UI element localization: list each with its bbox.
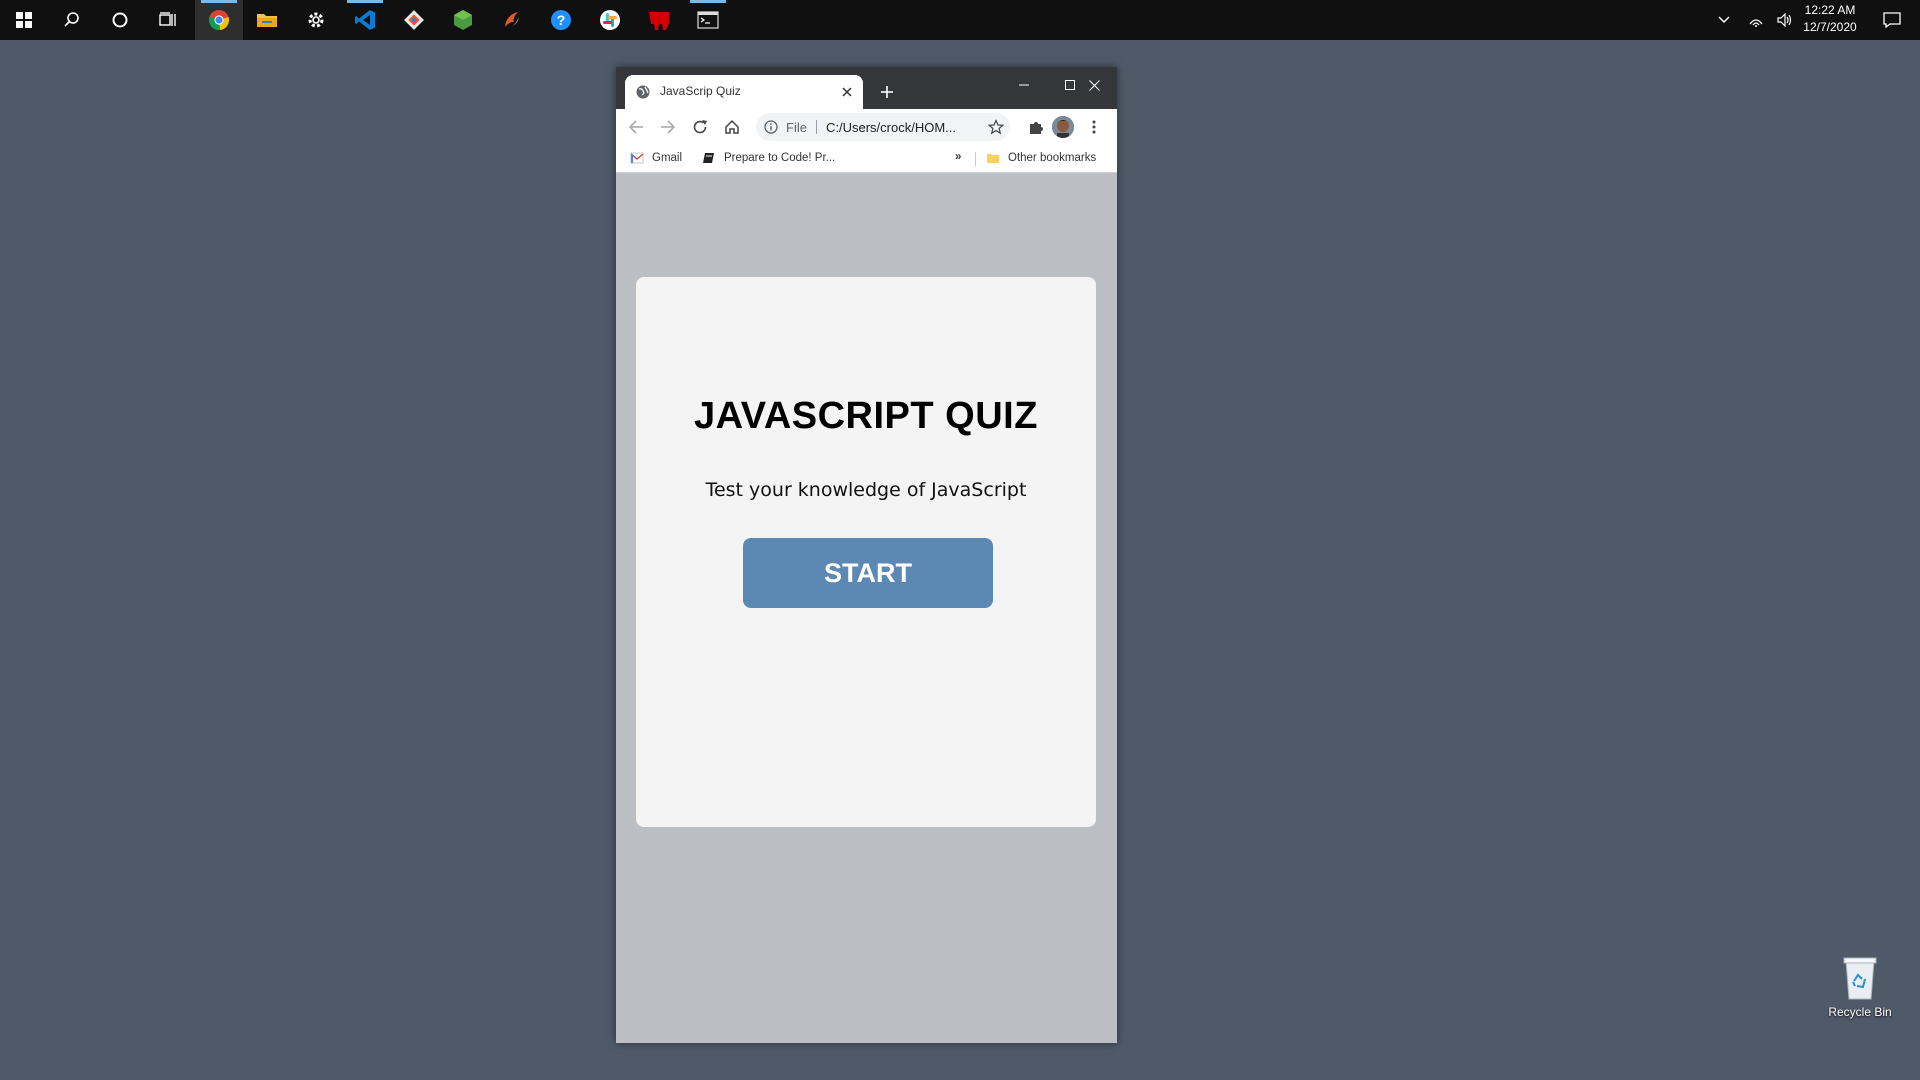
help-icon: ? [551, 10, 571, 30]
volume-icon [1777, 13, 1792, 27]
chrome-icon [208, 10, 229, 31]
bookmark-star-icon[interactable] [988, 119, 1004, 135]
other-bookmarks-folder[interactable]: Other bookmarks [986, 151, 1096, 165]
quiz-card: JAVASCRIPT QUIZ Test your knowledge of J… [636, 277, 1096, 827]
minimize-button[interactable] [1001, 71, 1047, 99]
tray-volume[interactable] [1772, 0, 1800, 40]
home-button[interactable] [720, 115, 744, 139]
clock-time: 12:22 AM [1804, 3, 1856, 17]
taskbar: ? 12:22 AM 12/7/2020 [0, 0, 1920, 40]
terminal-icon [697, 11, 719, 29]
start-button[interactable]: START [743, 538, 993, 608]
start-button[interactable] [0, 0, 48, 40]
app-icon-red [649, 12, 669, 30]
taskbar-settings[interactable] [292, 0, 340, 40]
tab-close-button[interactable] [839, 84, 855, 100]
tab-javascript-quiz[interactable]: JavaScrip Quiz [625, 75, 863, 109]
arrow-left-icon [628, 120, 643, 134]
chevron-up-icon [1718, 16, 1730, 24]
taskbar-file-explorer[interactable] [243, 0, 291, 40]
close-icon [1088, 79, 1100, 91]
taskbar-app-orange[interactable] [488, 0, 536, 40]
plus-icon [881, 86, 893, 98]
bookmarks-separator [975, 152, 976, 166]
recycle-bin-desktop-icon[interactable]: Recycle Bin [1820, 955, 1900, 1025]
page-title: JAVASCRIPT QUIZ [694, 395, 1038, 437]
notification-icon [1883, 12, 1901, 28]
url-text: C:/Users/crock/HOM... [826, 120, 957, 135]
url-separator [816, 120, 817, 134]
new-tab-button[interactable] [876, 81, 898, 103]
taskbar-nodejs[interactable] [439, 0, 487, 40]
svg-text:?: ? [557, 12, 566, 28]
taskbar-app-red[interactable] [635, 0, 683, 40]
taskbar-terminal[interactable] [684, 0, 732, 40]
profile-avatar[interactable] [1052, 116, 1074, 138]
extensions-button[interactable] [1024, 115, 1048, 139]
app-icon [505, 12, 519, 28]
recycle-bin-label: Recycle Bin [1828, 1005, 1892, 1019]
avatar-icon [1052, 116, 1074, 138]
taskbar-slack[interactable] [586, 0, 634, 40]
windows-start-icon [16, 12, 32, 28]
browser-window: JavaScrip Quiz File C:/Users/crock/HOM..… [616, 67, 1117, 1043]
action-center-button[interactable] [1872, 0, 1912, 40]
close-icon [842, 87, 852, 97]
taskbar-vscode[interactable] [341, 0, 389, 40]
wifi-icon [1749, 19, 1763, 27]
bookmark-prepare-to-code[interactable]: Prepare to Code! Pr... [702, 151, 835, 165]
globe-icon [636, 85, 650, 99]
info-icon [764, 120, 778, 134]
task-view-icon [159, 12, 176, 26]
nodejs-icon [454, 10, 472, 30]
folder-icon [987, 154, 999, 163]
close-window-button[interactable] [1071, 71, 1117, 99]
kebab-menu-icon [1092, 120, 1096, 134]
arrow-right-icon [661, 120, 676, 134]
url-scheme-label: File [786, 120, 807, 135]
puzzle-icon [1030, 122, 1043, 134]
other-bookmarks-label: Other bookmarks [1008, 152, 1097, 164]
cortana-button[interactable] [96, 0, 144, 40]
bookmark-label: Prepare to Code! Pr... [724, 152, 836, 164]
bookmarks-overflow-button[interactable]: » [955, 151, 961, 163]
bookmark-label: Gmail [652, 152, 683, 164]
cortana-icon [112, 12, 128, 28]
taskbar-chrome[interactable] [195, 0, 243, 40]
taskbar-clock[interactable]: 12:22 AM 12/7/2020 [1798, 2, 1862, 38]
git-icon [404, 10, 424, 30]
tab-title: JavaScrip Quiz [660, 84, 741, 98]
gmail-icon [630, 152, 644, 164]
taskbar-help[interactable]: ? [537, 0, 585, 40]
task-view-button[interactable] [144, 0, 192, 40]
taskbar-git[interactable] [390, 0, 438, 40]
home-icon [725, 119, 739, 134]
browser-titlebar[interactable]: JavaScrip Quiz [616, 67, 1117, 109]
bookmark-gmail[interactable]: Gmail [630, 151, 682, 165]
search-icon [64, 12, 79, 27]
reload-icon [693, 120, 707, 134]
address-bar[interactable]: File C:/Users/crock/HOM... [756, 113, 1010, 141]
tray-network[interactable] [1742, 0, 1770, 40]
browser-toolbar: File C:/Users/crock/HOM... [616, 109, 1117, 145]
overflow-chevrons-icon: » [955, 151, 962, 163]
vscode-icon [355, 10, 375, 30]
taskbar-search-button[interactable] [48, 0, 96, 40]
browser-menu-button[interactable] [1082, 115, 1106, 139]
settings-icon [308, 12, 324, 28]
book-icon [703, 153, 714, 163]
minimize-icon [1019, 84, 1029, 86]
recycle-bin-icon [1843, 957, 1877, 1000]
forward-button[interactable] [656, 115, 680, 139]
clock-date: 12/7/2020 [1803, 20, 1857, 34]
page-viewport: JAVASCRIPT QUIZ Test your knowledge of J… [616, 174, 1117, 1043]
bookmarks-bar: Gmail Prepare to Code! Pr... » Other boo… [616, 145, 1117, 173]
page-subtitle: Test your knowledge of JavaScript [705, 479, 1027, 501]
slack-icon [600, 10, 620, 30]
reload-button[interactable] [688, 115, 712, 139]
file-explorer-icon [257, 14, 277, 27]
back-button[interactable] [624, 115, 648, 139]
tray-show-hidden[interactable] [1710, 0, 1738, 40]
